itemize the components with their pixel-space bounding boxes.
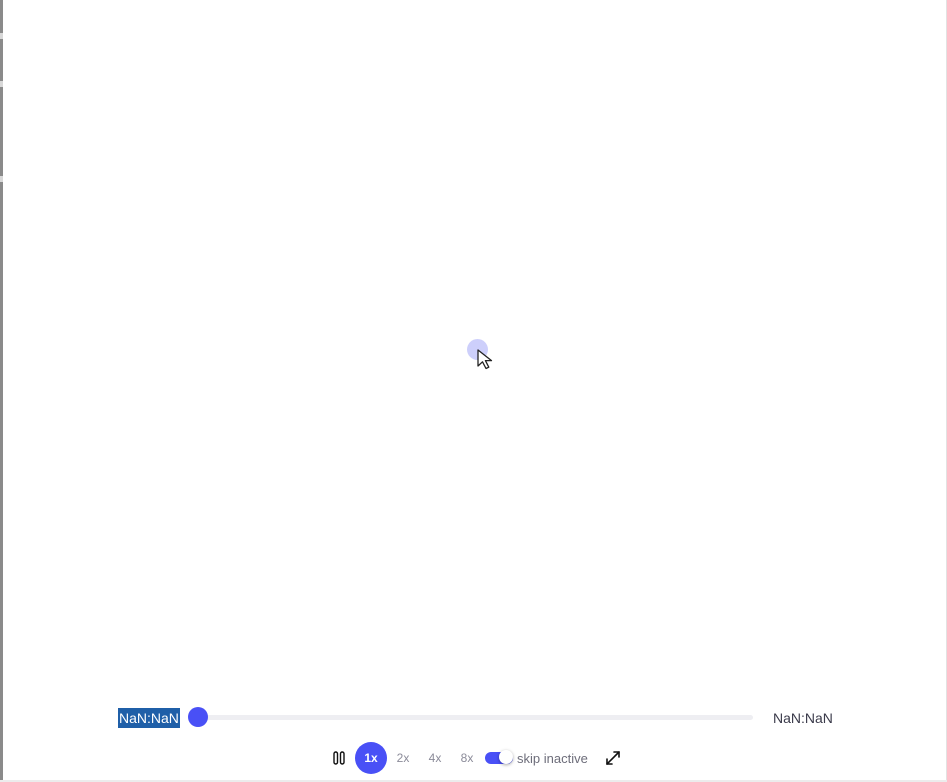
current-time: NaN:NaN <box>118 708 180 728</box>
toggle-knob <box>499 750 513 764</box>
fullscreen-icon <box>606 751 620 765</box>
speed-button-4x[interactable]: 4x <box>419 742 451 774</box>
replay-cursor <box>467 339 507 375</box>
skip-inactive-toggle[interactable] <box>485 750 513 765</box>
progress-bar[interactable] <box>188 707 753 727</box>
pause-icon <box>333 751 345 765</box>
fullscreen-button[interactable] <box>602 747 624 769</box>
player-buttons: 1x 2x 4x 8x skip inactive <box>328 742 624 774</box>
pause-button[interactable] <box>328 742 350 774</box>
replay-viewport[interactable] <box>3 0 946 690</box>
speed-button-2x[interactable]: 2x <box>387 742 419 774</box>
total-time: NaN:NaN <box>773 710 833 726</box>
skip-inactive-label: skip inactive <box>517 750 588 766</box>
speed-button-1x[interactable]: 1x <box>355 742 387 774</box>
player-controller: NaN:NaN NaN:NaN 1x 2x 4x 8x skip inactiv… <box>0 700 947 780</box>
mouse-cursor-icon <box>477 349 493 370</box>
replay-player: NaN:NaN NaN:NaN 1x 2x 4x 8x skip inactiv… <box>0 0 947 782</box>
progress-handle[interactable] <box>188 707 208 727</box>
speed-button-8x[interactable]: 8x <box>451 742 483 774</box>
